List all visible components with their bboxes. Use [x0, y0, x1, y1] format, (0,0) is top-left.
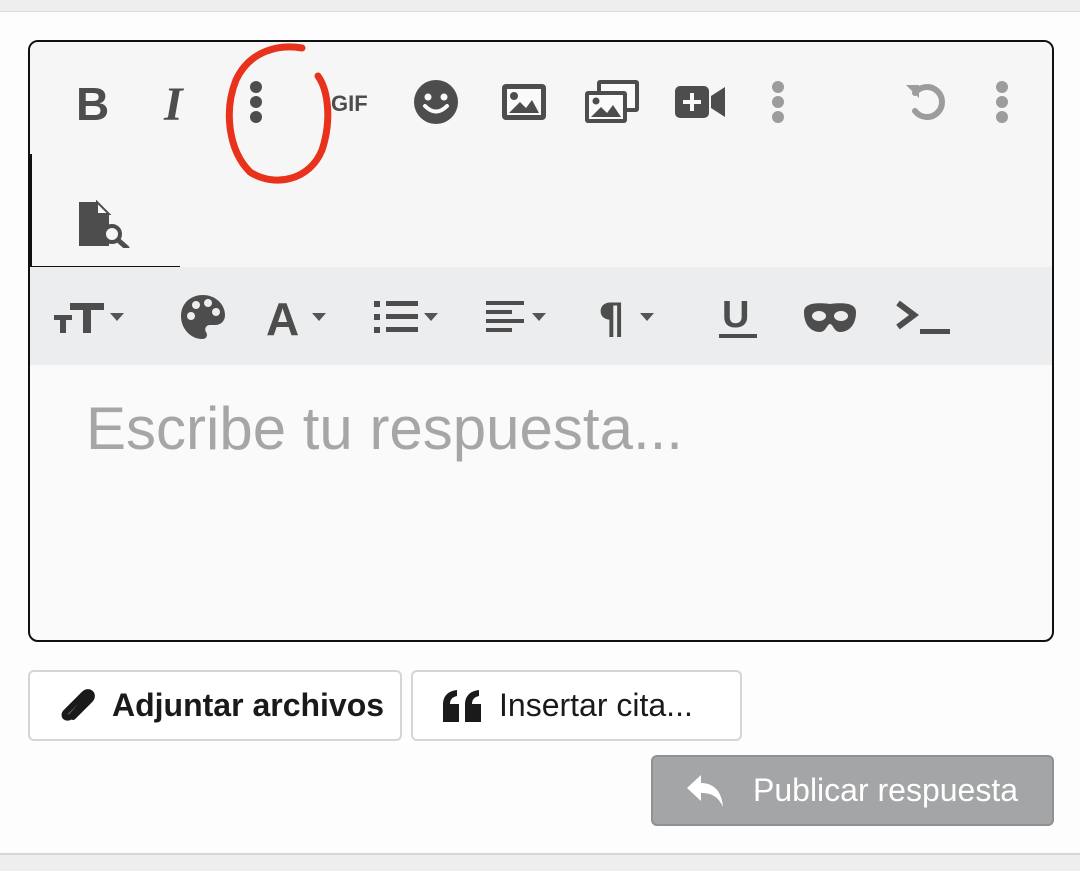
format-toolbar: A ¶ U	[30, 267, 1052, 365]
main-toolbar: B I GIF	[30, 42, 1052, 268]
vertical-ellipsis-icon	[250, 81, 262, 123]
terminal-icon	[896, 300, 950, 334]
reply-icon	[685, 773, 727, 809]
paragraph-icon: ¶	[598, 295, 625, 339]
gif-button[interactable]: GIF	[322, 72, 382, 132]
color-palette-button[interactable]	[180, 287, 226, 347]
align-button[interactable]	[484, 287, 546, 347]
bold-icon: B	[76, 80, 109, 124]
undo-button[interactable]	[896, 72, 956, 132]
top-strip	[0, 0, 1080, 12]
code-button[interactable]	[894, 287, 954, 347]
insert-quote-label: Insertar cita...	[499, 687, 693, 723]
mask-icon	[804, 303, 856, 332]
vertical-ellipsis-icon	[996, 81, 1008, 123]
publish-reply-button[interactable]: Publicar respuesta	[651, 755, 1054, 826]
video-add-icon	[675, 86, 725, 118]
chevron-down-icon	[640, 313, 654, 321]
more-options-button[interactable]	[748, 72, 808, 132]
emoji-button[interactable]	[406, 72, 466, 132]
svg-text:A: A	[266, 295, 299, 339]
svg-text:GIF: GIF	[331, 91, 368, 116]
list-button[interactable]	[372, 287, 438, 347]
bottom-strip	[0, 853, 1080, 871]
chevron-down-icon	[110, 313, 124, 321]
svg-text:¶: ¶	[598, 295, 625, 339]
font-style-button[interactable]: A	[264, 287, 326, 347]
attach-files-button[interactable]: Adjuntar archivos	[28, 670, 402, 741]
publish-reply-label: Publicar respuesta	[753, 772, 1019, 808]
reply-editor: B I GIF A ¶ U Escribe tu respuesta...	[28, 40, 1054, 642]
undo-icon	[906, 84, 945, 120]
chevron-down-icon	[424, 313, 438, 321]
more-toolbar-panel	[30, 154, 180, 268]
svg-text:I: I	[163, 80, 185, 124]
paragraph-button[interactable]: ¶	[596, 287, 654, 347]
more-options-button[interactable]	[972, 72, 1032, 132]
media-gallery-button[interactable]	[582, 72, 642, 132]
vertical-ellipsis-icon	[772, 81, 784, 123]
paperclip-icon	[58, 686, 96, 726]
smiley-icon	[414, 80, 458, 124]
text-size-icon	[54, 303, 104, 333]
preview-button[interactable]	[74, 194, 134, 254]
insert-image-button[interactable]	[494, 72, 554, 132]
palette-icon	[181, 295, 225, 339]
attach-files-label: Adjuntar archivos	[112, 687, 385, 723]
reply-textarea-placeholder[interactable]: Escribe tu respuesta...	[86, 394, 683, 463]
underline-button[interactable]: U	[716, 287, 760, 347]
gif-icon: GIF	[331, 91, 368, 116]
list-icon	[374, 301, 418, 333]
svg-text:U: U	[722, 294, 749, 336]
gallery-icon	[585, 80, 639, 123]
spoiler-button[interactable]	[802, 287, 858, 347]
quote-icon	[441, 689, 483, 723]
image-icon	[502, 84, 546, 120]
chevron-down-icon	[532, 313, 546, 321]
font-size-button[interactable]	[52, 287, 124, 347]
chevron-down-icon	[312, 313, 326, 321]
italic-button[interactable]: I	[148, 72, 208, 132]
bold-button[interactable]: B	[62, 72, 122, 132]
font-icon: A	[266, 295, 299, 339]
insert-video-button[interactable]	[670, 72, 730, 132]
italic-icon: I	[163, 80, 185, 124]
document-search-icon	[79, 200, 130, 248]
svg-text:B: B	[76, 80, 109, 124]
insert-quote-button[interactable]: Insertar cita...	[411, 670, 742, 741]
align-left-icon	[486, 301, 524, 332]
more-options-button[interactable]	[226, 72, 286, 132]
underline-icon: U	[719, 294, 757, 338]
